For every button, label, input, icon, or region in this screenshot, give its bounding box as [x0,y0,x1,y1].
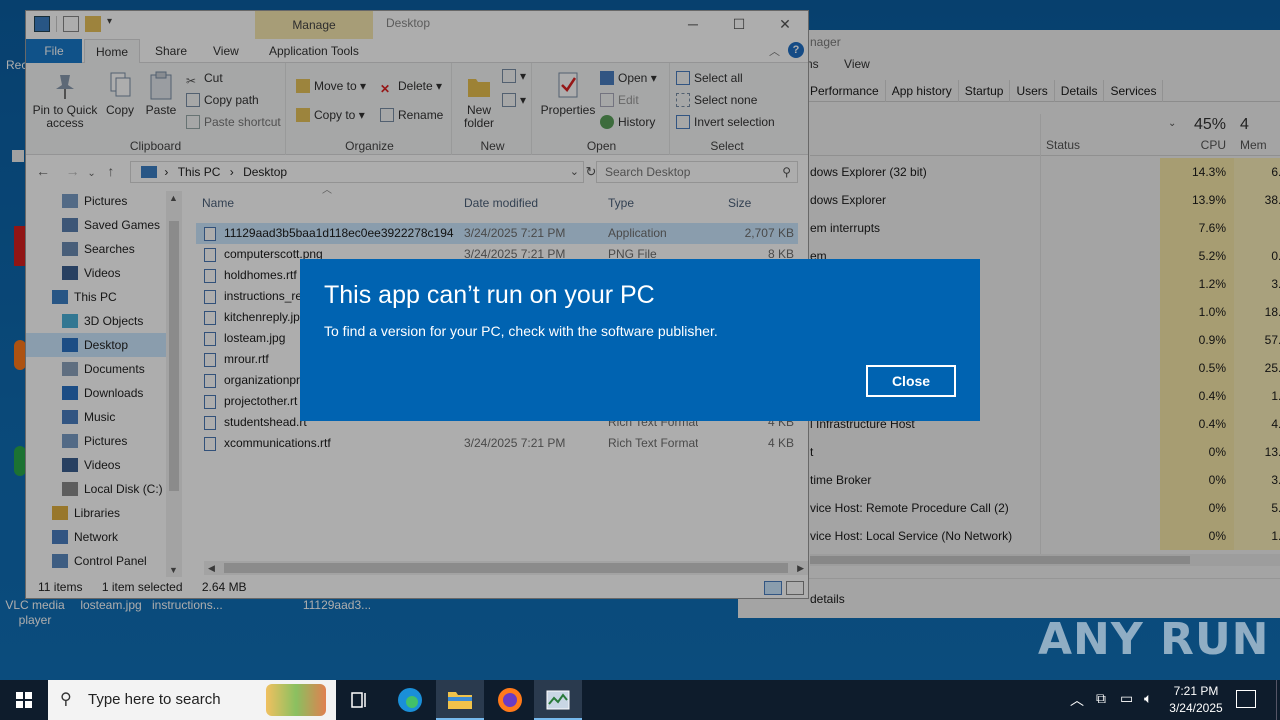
explorer-taskbar-button[interactable] [436,680,484,720]
notifications-icon[interactable] [1236,690,1256,708]
taskbar-search-box[interactable]: ⚲ Type here to search [48,680,336,720]
folder-icon [448,692,472,709]
error-dialog: This app can’t run on your PC To find a … [300,259,980,421]
edge-taskbar-button[interactable] [386,680,434,720]
task-view-button[interactable] [336,680,384,720]
taskbar: ⚲ Type here to search ︿ ⧉ ▭ 🔈︎ 7:21 PM 3… [0,680,1280,720]
watermark-text: ANY RUN [1038,614,1270,665]
network-icon[interactable]: ▭ [1120,690,1133,707]
clock[interactable]: 7:21 PM 3/24/2025 [1164,683,1228,717]
clock-time: 7:21 PM [1173,684,1219,698]
search-highlight-icon [266,684,326,716]
firefox-taskbar-button[interactable] [486,680,534,720]
chevron-up-icon[interactable]: ︿ [1070,690,1084,710]
dialog-title: This app can’t run on your PC [324,281,655,309]
show-desktop-button[interactable] [1276,680,1280,720]
start-button[interactable] [0,680,48,720]
clock-date: 3/24/2025 [1169,701,1223,715]
task-view-icon [351,692,366,708]
search-placeholder: Type here to search [88,691,221,708]
close-button[interactable]: Close [866,365,956,397]
volume-icon[interactable]: 🔈︎ [1144,690,1152,707]
task-manager-icon [546,690,570,710]
dialog-message: To find a version for your PC, check wit… [324,323,718,339]
firefox-icon [498,688,522,712]
task-manager-taskbar-button[interactable] [534,680,582,720]
anyrun-watermark: ANY RUN [1038,614,1270,665]
network-status-icon[interactable]: ⧉ [1096,690,1106,707]
edge-icon [398,688,422,712]
windows-icon [16,692,32,708]
search-icon: ⚲ [60,691,72,708]
